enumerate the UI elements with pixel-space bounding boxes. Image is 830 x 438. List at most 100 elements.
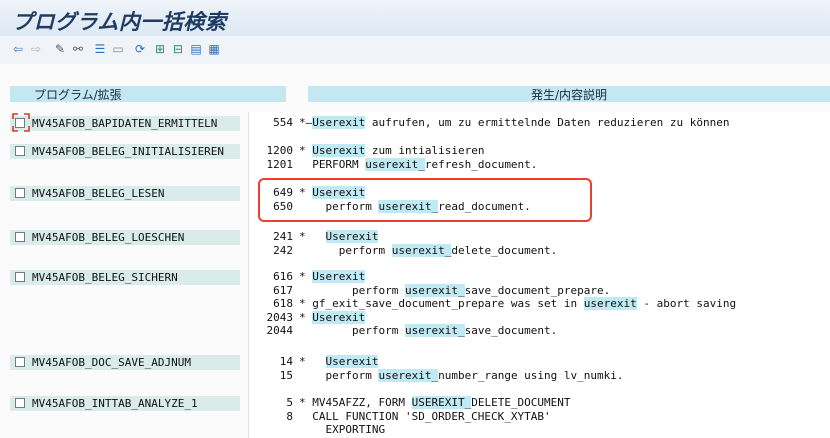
search-hit-highlight: Userexit — [312, 144, 366, 157]
code-text: perform — [299, 324, 405, 337]
row-checkbox[interactable] — [15, 146, 25, 156]
code-text: refresh_document. — [424, 157, 538, 171]
code-text: delete_document. — [451, 243, 558, 257]
annotation-highlight-box — [258, 178, 592, 222]
line-number: 14 — [279, 355, 293, 368]
program-name: MV45AFOB_BAPIDATEN_ERMITTELN — [32, 117, 218, 130]
row-checkbox[interactable] — [15, 398, 25, 408]
code-text: - abort saving — [636, 297, 737, 310]
line-number: 2043 — [266, 310, 294, 324]
row-checkbox[interactable] — [15, 357, 25, 367]
code-text: save_document_prepare. — [464, 283, 611, 297]
code-line[interactable]: 618 * gf_exit_save_document_prepare was s… — [249, 297, 736, 310]
refresh-icon[interactable]: ⟳ — [132, 41, 148, 57]
search-hit-highlight: userexit — [583, 297, 637, 310]
program-list-item[interactable]: MV45AFOB_BELEG_LESEN — [10, 186, 240, 201]
search-hit-highlight: Userexit — [312, 310, 366, 324]
row-checkbox[interactable] — [15, 232, 25, 242]
code-text: * — [299, 310, 313, 324]
line-number: 15 — [279, 368, 293, 382]
search-hit-highlight: userexit_ — [365, 157, 425, 171]
line-number: 1200 — [266, 144, 294, 157]
search-hit-highlight: Userexit — [325, 355, 379, 368]
code-line[interactable]: 554 *—Userexit aufrufen, um zu ermittelnd… — [249, 116, 729, 129]
collapse-icon[interactable]: ⊟ — [170, 41, 186, 57]
expand-icon[interactable]: ⊞ — [152, 41, 168, 57]
search-hit-highlight: Userexit — [312, 116, 366, 129]
line-number: 2044 — [266, 324, 294, 337]
code-text: perform — [299, 368, 379, 382]
code-text: * — [299, 230, 326, 243]
line-number: 5 — [286, 396, 293, 409]
back-arrow-icon[interactable]: ⇦ — [10, 41, 26, 57]
export-icon[interactable]: ▦ — [206, 41, 222, 57]
code-line[interactable]: 616 * Userexit — [249, 270, 366, 283]
code-text: * MV45AFZZ, FORM — [299, 396, 412, 409]
focus-marker-icon — [12, 113, 30, 132]
search-hit-highlight: Userexit — [312, 270, 366, 283]
line-number: 1201 — [266, 157, 294, 171]
code-text: zum intialisieren — [365, 144, 485, 157]
line-number: 616 — [273, 270, 293, 283]
code-text: *— — [299, 116, 313, 129]
code-text: CALL FUNCTION 'SD_ORDER_CHECK_XYTAB' — [299, 409, 551, 423]
code-line[interactable]: 14 * Userexit — [249, 355, 379, 368]
program-name: MV45AFOB_BELEG_SICHERN — [32, 271, 178, 284]
code-text: DELETE_DOCUMENT — [471, 396, 571, 409]
forward-arrow-icon[interactable]: ⇨ — [28, 41, 44, 57]
code-line[interactable]: 242 perform userexit_delete_document. — [249, 243, 558, 257]
line-number: 618 — [273, 297, 293, 310]
row-checkbox[interactable] — [15, 188, 25, 198]
application-toolbar: ⇦ ⇨ ✎ ⚯ ☰ ▭ ⟳ ⊞ ⊟ ▤ ▦ — [0, 36, 830, 65]
sort-icon[interactable]: ☰ — [92, 41, 108, 57]
program-name: MV45AFOB_INTTAB_ANALYZE_1 — [32, 397, 198, 410]
code-text: EXPORTING — [299, 423, 386, 436]
code-text: number_range using lv_numki. — [438, 368, 624, 382]
program-list-item[interactable]: MV45AFOB_BELEG_LOESCHEN — [10, 230, 240, 245]
code-text: * — [299, 355, 326, 368]
code-text: PERFORM — [299, 157, 366, 171]
column-header-occurrence[interactable]: 発生/内容説明 — [308, 86, 830, 102]
code-line[interactable]: 241 * Userexit — [249, 230, 379, 243]
line-number: 617 — [273, 283, 293, 297]
line-number: 242 — [273, 243, 293, 257]
program-list: MV45AFOB_BAPIDATEN_ERMITTELN MV45AFOB_BEL… — [10, 112, 240, 438]
program-list-item[interactable]: MV45AFOB_BELEG_INITIALISIEREN — [10, 144, 240, 159]
code-line[interactable]: 8 CALL FUNCTION 'SD_ORDER_CHECK_XYTAB' — [249, 409, 551, 423]
search-hit-highlight: userexit_ — [378, 368, 439, 382]
program-list-item[interactable]: MV45AFOB_BELEG_SICHERN — [10, 270, 240, 285]
code-line[interactable]: 1201 PERFORM userexit_refresh_document. — [249, 157, 538, 171]
line-number: 8 — [286, 409, 293, 423]
window-icon[interactable]: ▭ — [110, 41, 126, 57]
code-line[interactable]: 617 perform userexit_save_document_prepa… — [249, 283, 611, 297]
program-list-item[interactable]: MV45AFOB_BAPIDATEN_ERMITTELN — [10, 113, 240, 132]
code-line[interactable]: 5 * MV45AFZZ, FORM USEREXIT_DELETE_DOCUME… — [249, 396, 571, 409]
column-header-program[interactable]: プログラム/拡張 — [10, 86, 286, 102]
code-text: perform — [299, 283, 405, 297]
program-name: MV45AFOB_BELEG_LOESCHEN — [32, 231, 185, 244]
where-used-icon[interactable]: ⚯ — [70, 41, 86, 57]
page-title: プログラム内一括検索 — [12, 10, 227, 34]
title-bar: プログラム内一括検索 — [0, 0, 830, 36]
program-list-item[interactable]: MV45AFOB_INTTAB_ANALYZE_1 — [10, 396, 240, 411]
code-line[interactable]: 2043 * Userexit — [249, 310, 366, 324]
search-hit-highlight: USEREXIT_ — [411, 396, 472, 409]
code-text: aufrufen, um zu ermittelnde Daten reduzi… — [365, 116, 730, 129]
code-line[interactable]: EXPORTING — [249, 423, 385, 436]
code-line[interactable]: 2044 perform userexit_save_document. — [249, 324, 557, 337]
print-icon[interactable]: ▤ — [188, 41, 204, 57]
edit-pencil-icon[interactable]: ✎ — [52, 41, 68, 57]
program-name: MV45AFOB_BELEG_INITIALISIEREN — [32, 145, 225, 158]
code-text: perform — [299, 243, 392, 257]
occurrence-list: 554 *—Userexit aufrufen, um zu ermittelnd… — [248, 112, 830, 438]
program-name: MV45AFOB_BELEG_LESEN — [32, 187, 165, 200]
search-hit-highlight: Userexit — [325, 230, 379, 243]
code-line[interactable]: 15 perform userexit_number_range using l… — [249, 368, 624, 382]
code-line[interactable]: 1200 * Userexit zum intialisieren — [249, 144, 484, 157]
code-text: save_document. — [464, 324, 558, 337]
line-number: 241 — [273, 230, 293, 243]
code-text: * — [299, 270, 313, 283]
search-hit-highlight: userexit_ — [391, 243, 452, 257]
program-list-item[interactable]: MV45AFOB_DOC_SAVE_ADJNUM — [10, 355, 240, 370]
row-checkbox[interactable] — [15, 272, 25, 282]
